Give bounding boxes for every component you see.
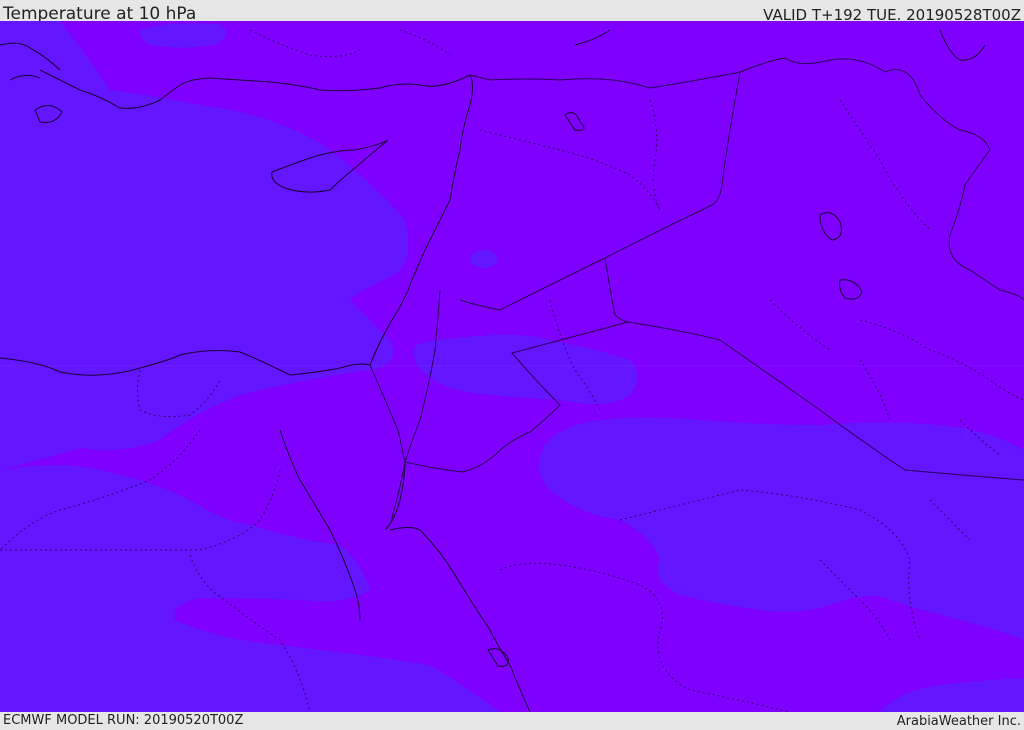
cool-spot-syria — [470, 250, 498, 268]
map-canvas[interactable] — [0, 21, 1024, 712]
brand-credit: ArabiaWeather Inc. — [896, 714, 1021, 729]
model-run: ECMWF MODEL RUN: 20190520T00Z — [3, 713, 244, 728]
map-svg — [0, 21, 1024, 712]
weather-map-frame: Temperature at 10 hPa VALID T+192 TUE. 2… — [0, 0, 1024, 729]
cool-region-cyprus-north — [139, 23, 227, 48]
header-bar: Temperature at 10 hPa VALID T+192 TUE. 2… — [0, 0, 1024, 24]
footer-bar: ECMWF MODEL RUN: 20190520T00Z ArabiaWeat… — [0, 712, 1024, 729]
